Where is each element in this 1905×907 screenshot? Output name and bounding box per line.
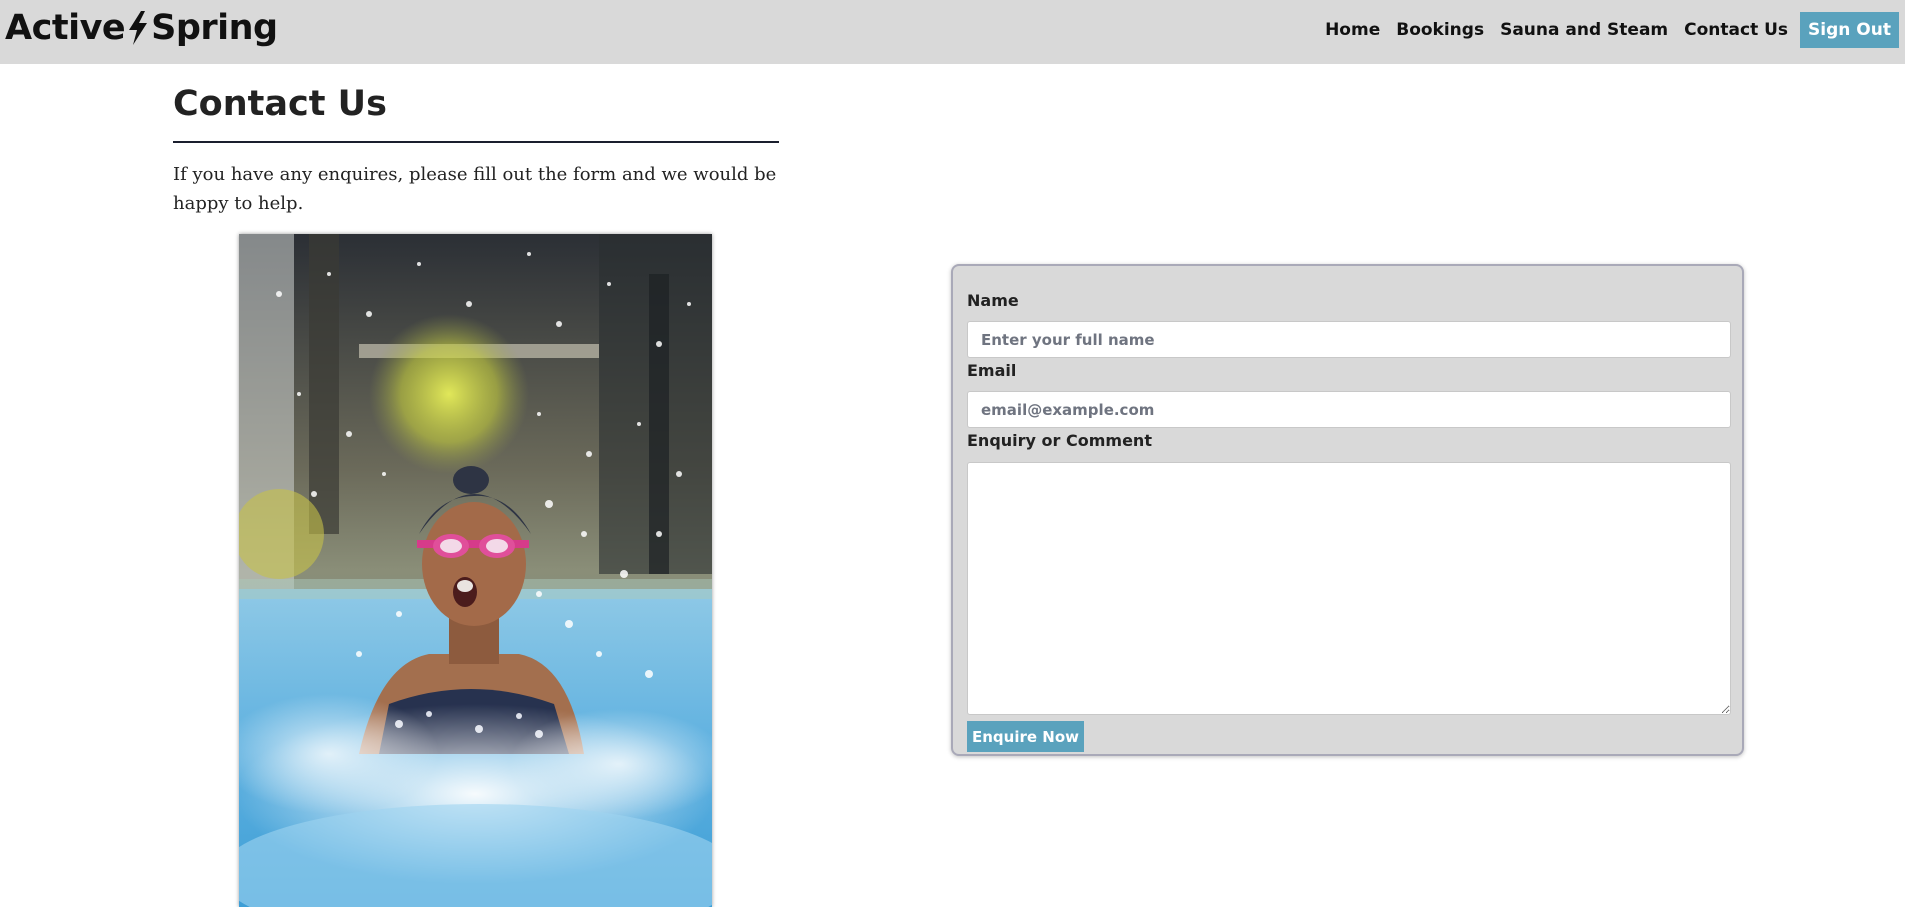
- nav-links: Home Bookings Sauna and Steam Contact Us…: [1325, 12, 1905, 48]
- email-input[interactable]: [967, 391, 1731, 428]
- intro-text: If you have any enquires, please fill ou…: [173, 164, 777, 214]
- email-label: Email: [967, 361, 1017, 380]
- name-input[interactable]: [967, 321, 1731, 358]
- nav-sauna-steam-link[interactable]: Sauna and Steam: [1500, 20, 1668, 40]
- enquire-now-button[interactable]: Enquire Now: [967, 721, 1084, 752]
- top-navbar: Active Spring Home Bookings Sauna and St…: [0, 0, 1905, 64]
- brand-name-part-1: Active: [5, 8, 126, 48]
- brand-logo[interactable]: Active Spring: [5, 8, 278, 48]
- page-title: Contact Us: [173, 84, 387, 124]
- swimmer-photo: [239, 234, 712, 907]
- comment-textarea[interactable]: [967, 462, 1731, 715]
- lightning-bolt-icon: [129, 11, 148, 45]
- name-label: Name: [967, 291, 1019, 310]
- sign-out-button[interactable]: Sign Out: [1800, 12, 1899, 48]
- enquiry-form: Name Email Enquiry or Comment Enquire No…: [951, 264, 1744, 756]
- nav-home-link[interactable]: Home: [1325, 20, 1380, 40]
- title-divider: [173, 141, 779, 143]
- nav-contact-us-link[interactable]: Contact Us: [1684, 20, 1788, 40]
- swimmer-photo-illustration: [239, 234, 712, 907]
- nav-bookings-link[interactable]: Bookings: [1396, 20, 1484, 40]
- brand-name-part-2: Spring: [151, 8, 278, 48]
- comment-label: Enquiry or Comment: [967, 431, 1152, 450]
